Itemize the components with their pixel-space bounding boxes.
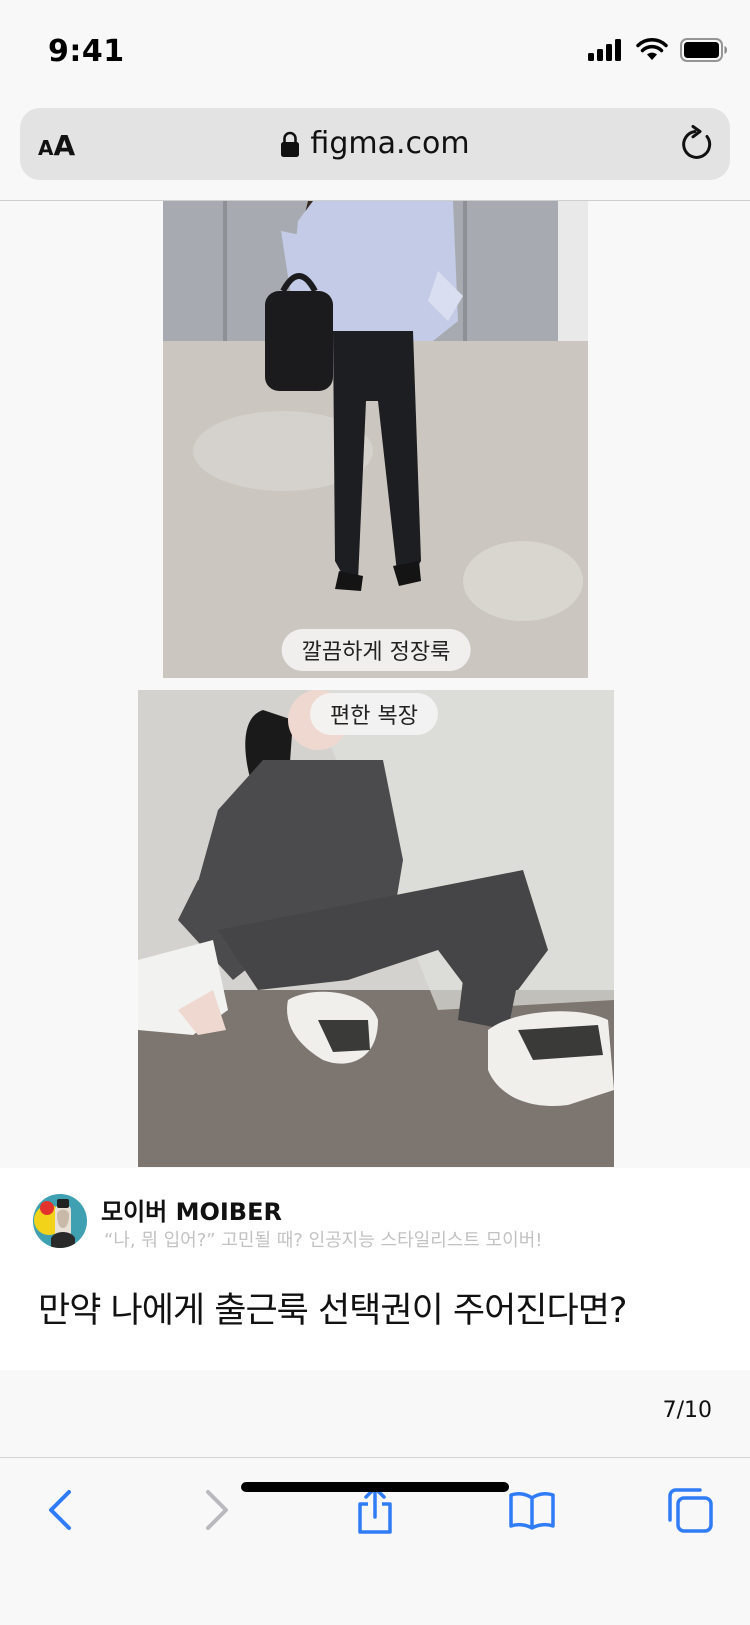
tabs-icon	[668, 1488, 713, 1533]
outfit-photo-casual: 편한 복장	[138, 690, 614, 1167]
post-card[interactable]: 모이버 MOIBER “나, 뭐 입어?” 고민될 때? 인공지능 스타일리스트…	[0, 1168, 750, 1370]
casual-outfit-illustration	[138, 690, 614, 1167]
forward-button[interactable]	[187, 1480, 247, 1540]
share-icon	[358, 1486, 392, 1534]
post-title: 만약 나에게 출근룩 선택권이 주어진다면?	[38, 1291, 627, 1331]
outfit-photo-formal: 깔끔하게 정장룩	[163, 201, 588, 678]
author-name[interactable]: 모이버 MOIBER	[101, 1192, 282, 1227]
wifi-icon	[636, 38, 668, 60]
home-indicator	[241, 1482, 509, 1492]
reload-button[interactable]	[678, 124, 716, 168]
outfit-caption-casual: 편한 복장	[310, 693, 438, 735]
author-avatar[interactable]	[33, 1194, 87, 1248]
forward-chevron-icon	[206, 1490, 228, 1530]
status-time: 9:41	[48, 34, 125, 69]
status-icons	[588, 38, 728, 62]
back-button[interactable]	[30, 1480, 90, 1540]
lock-icon	[281, 131, 300, 157]
outfit-caption-formal: 깔끔하게 정장룩	[281, 629, 471, 671]
tabs-button[interactable]	[660, 1480, 720, 1540]
avatar-image	[33, 1194, 87, 1248]
page-content[interactable]: 깔끔하게 정장룩 편한 복장	[0, 201, 750, 1167]
bookmarks-button[interactable]	[502, 1480, 562, 1540]
page-counter: 7/10	[662, 1398, 712, 1423]
formal-outfit-illustration	[163, 201, 588, 678]
bookmarks-icon	[509, 1492, 555, 1530]
status-bar: 9:41	[0, 0, 750, 100]
battery-icon	[680, 38, 727, 62]
reload-icon	[682, 125, 712, 159]
back-chevron-icon	[49, 1490, 71, 1530]
url-domain: figma.com	[310, 126, 470, 161]
cellular-signal-icon	[588, 39, 621, 61]
author-tagline: “나, 뭐 입어?” 고민될 때? 인공지능 스타일리스트 모이버!	[104, 1230, 543, 1251]
address-bar[interactable]: A A figma.com	[20, 108, 730, 180]
url-display[interactable]: figma.com	[20, 126, 730, 161]
